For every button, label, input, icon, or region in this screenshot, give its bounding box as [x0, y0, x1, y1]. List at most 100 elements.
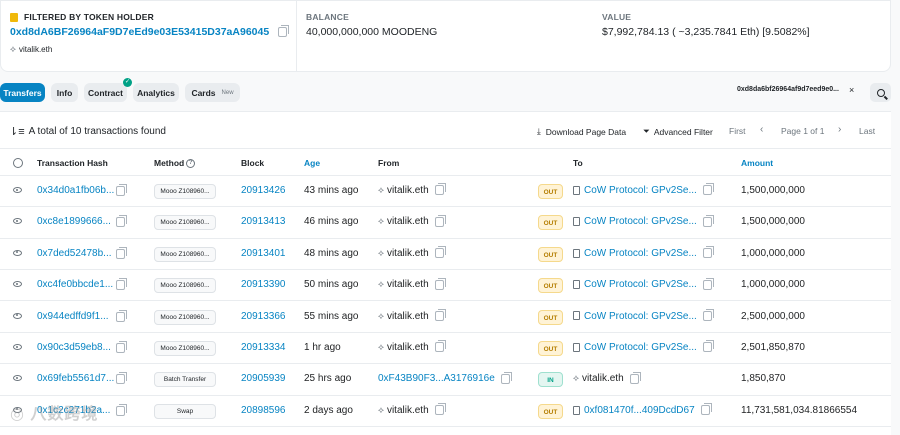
sort-icon[interactable]: ⇂≡: [9, 125, 25, 138]
to-address[interactable]: CoW Protocol: GPv2Se...: [573, 277, 714, 290]
copy-icon[interactable]: [434, 308, 446, 321]
copy-icon[interactable]: [116, 184, 127, 196]
new-badge: New: [221, 89, 234, 96]
filter-funnel-icon: ⏷: [643, 126, 650, 136]
view-eye-icon[interactable]: [13, 375, 22, 382]
download-button[interactable]: ⤓ Download Page Data: [537, 126, 626, 137]
copy-icon[interactable]: [116, 341, 127, 353]
from-address[interactable]: ⟡ vitalik.eth: [378, 340, 446, 353]
block-link[interactable]: 20905939: [241, 373, 286, 384]
ens-icon: ⟡: [378, 404, 384, 415]
copy-icon[interactable]: [278, 25, 290, 38]
header-from: From: [378, 158, 400, 168]
copy-icon[interactable]: [116, 215, 127, 228]
view-eye-icon[interactable]: [13, 249, 22, 256]
method-badge: Mooo Z108960...: [154, 246, 216, 262]
block-link[interactable]: 20913426: [241, 185, 286, 196]
contract-doc-icon: [573, 342, 580, 352]
view-eye-icon[interactable]: [13, 312, 22, 319]
holder-ens-badge[interactable]: ⟡ vitalik.eth: [10, 44, 52, 55]
from-address[interactable]: ⟡ vitalik.eth: [378, 277, 446, 290]
table-row: 0x69feb5561d7... Batch Transfer 20905939…: [0, 364, 891, 396]
copy-icon[interactable]: [116, 403, 127, 416]
copy-icon[interactable]: [700, 403, 712, 416]
direction-badge: OUT: [538, 341, 563, 356]
holder-address-link[interactable]: 0xd8dA6BF26964aF9D7eEd9e03E53415D37aA960…: [10, 26, 269, 38]
from-address[interactable]: ⟡ vitalik.eth: [378, 403, 446, 416]
view-eye-icon[interactable]: [13, 344, 22, 350]
amount-value: 11,731,581,034.81866554: [741, 404, 858, 416]
copy-icon[interactable]: [434, 246, 446, 259]
age-text: 1 hr ago: [304, 342, 341, 353]
block-link[interactable]: 20913334: [241, 342, 286, 353]
to-label: vitalik.eth: [581, 373, 624, 385]
to-address[interactable]: CoW Protocol: GPv2Se...: [573, 246, 714, 259]
tab-info[interactable]: Info: [51, 83, 78, 102]
advanced-filter-button[interactable]: ⏷ Advanced Filter: [643, 126, 713, 137]
to-address[interactable]: CoW Protocol: GPv2Se...: [573, 214, 714, 227]
copy-icon[interactable]: [500, 371, 512, 384]
pagination-last[interactable]: Last: [859, 126, 875, 136]
copy-icon[interactable]: [434, 183, 446, 196]
from-address[interactable]: 0xF43B90F3...A3176916e: [378, 371, 512, 384]
copy-icon[interactable]: [702, 340, 714, 353]
clear-filter-close-icon[interactable]: ×: [849, 85, 854, 95]
verified-check-icon: ✓: [123, 78, 132, 87]
search-button[interactable]: [870, 83, 891, 102]
to-address[interactable]: ⟡ vitalik.eth: [573, 371, 641, 385]
copy-icon[interactable]: [116, 278, 127, 291]
tab-contract[interactable]: Contract: [84, 83, 127, 102]
to-label: CoW Protocol: GPv2Se...: [584, 342, 697, 353]
tab-cards[interactable]: Cards New: [185, 83, 240, 102]
copy-icon[interactable]: [702, 308, 714, 321]
block-link[interactable]: 20913401: [241, 248, 286, 259]
pagination-next-icon[interactable]: ›: [838, 124, 841, 135]
copy-icon[interactable]: [629, 371, 641, 384]
to-address[interactable]: CoW Protocol: GPv2Se...: [573, 183, 714, 196]
tx-hash-link[interactable]: 0xc8e1899666...: [37, 216, 111, 227]
from-address[interactable]: ⟡ vitalik.eth: [378, 214, 446, 227]
block-link[interactable]: 20913390: [241, 279, 286, 290]
copy-icon[interactable]: [702, 246, 714, 259]
tx-hash-link[interactable]: 0x69feb5561d7...: [37, 373, 114, 384]
copy-icon[interactable]: [434, 277, 446, 290]
tx-hash-link[interactable]: 0xc4fe0bbcde1...: [37, 279, 113, 290]
copy-icon[interactable]: [702, 277, 714, 290]
help-icon[interactable]: ?: [186, 159, 196, 169]
copy-icon[interactable]: [116, 309, 127, 322]
view-eye-icon[interactable]: [13, 187, 22, 193]
transfers-panel: ⇂≡ A total of 10 transactions found ⤓ Do…: [0, 111, 891, 435]
block-link[interactable]: 20898596: [241, 405, 286, 416]
from-label: vitalik.eth: [386, 247, 429, 259]
amount-value: 2,501,850,870: [741, 342, 805, 353]
copy-icon[interactable]: [116, 372, 127, 385]
tx-hash-link[interactable]: 0x34d0a1fb06b...: [37, 185, 114, 196]
header-age[interactable]: Age: [304, 158, 320, 168]
copy-icon[interactable]: [116, 246, 127, 259]
tab-analytics[interactable]: Analytics: [133, 83, 179, 102]
tx-hash-link[interactable]: 0x90c3d59eb8...: [37, 342, 111, 353]
view-eye-icon[interactable]: [13, 218, 22, 225]
copy-icon[interactable]: [702, 183, 714, 196]
pagination-prev-icon[interactable]: ‹: [760, 124, 763, 135]
contract-doc-icon: [573, 311, 580, 321]
copy-icon[interactable]: [434, 403, 446, 416]
header-amount[interactable]: Amount: [741, 158, 773, 168]
block-link[interactable]: 20913413: [241, 216, 286, 227]
copy-icon[interactable]: [434, 214, 446, 227]
copy-icon[interactable]: [434, 340, 446, 353]
copy-icon[interactable]: [702, 214, 714, 227]
block-link[interactable]: 20913366: [241, 311, 286, 322]
table-row: 0x944edffd9f1... Mooo Z108960... 2091336…: [0, 302, 891, 333]
to-address[interactable]: CoW Protocol: GPv2Se...: [573, 308, 714, 322]
pagination-first[interactable]: First: [729, 126, 746, 136]
from-address[interactable]: ⟡ vitalik.eth: [378, 308, 446, 322]
to-address[interactable]: CoW Protocol: GPv2Se...: [573, 340, 714, 353]
tab-transfers[interactable]: Transfers: [0, 83, 45, 102]
view-eye-icon[interactable]: [13, 281, 22, 288]
from-address[interactable]: ⟡ vitalik.eth: [378, 246, 446, 259]
tx-hash-link[interactable]: 0x944edffd9f1...: [37, 311, 109, 322]
tx-hash-link[interactable]: 0x7ded52478b...: [37, 248, 112, 259]
to-address[interactable]: 0xf081470f...409DcdD67: [573, 403, 712, 416]
from-address[interactable]: ⟡ vitalik.eth: [378, 183, 446, 196]
